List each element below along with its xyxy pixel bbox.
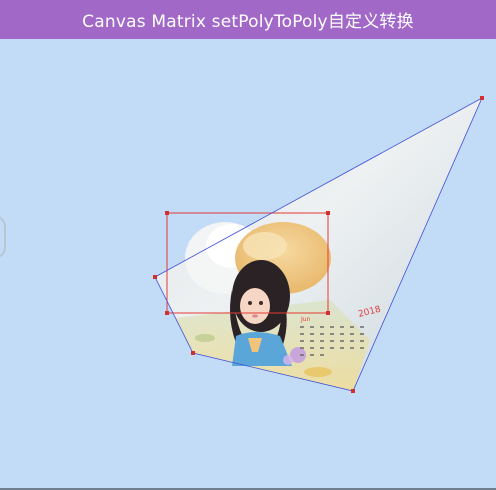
page-title: Canvas Matrix setPolyToPoly自定义转换 — [82, 12, 414, 32]
transform-svg[interactable]: 2018 Jun — [0, 39, 496, 488]
source-point-top-right[interactable] — [326, 211, 330, 215]
app-window: Canvas Matrix setPolyToPoly自定义转换 2018 Ju… — [0, 0, 496, 490]
control-point-bottom-right[interactable] — [351, 389, 355, 393]
control-point-left[interactable] — [153, 275, 157, 279]
drawing-canvas[interactable]: 2018 Jun — [0, 39, 496, 488]
calendar-month: Jun — [300, 316, 311, 323]
source-point-top-left[interactable] — [165, 211, 169, 215]
control-point-top-right[interactable] — [480, 96, 484, 100]
warped-photo — [155, 98, 482, 391]
source-point-bottom-right[interactable] — [326, 311, 330, 315]
source-point-bottom-left[interactable] — [165, 311, 169, 315]
title-bar: Canvas Matrix setPolyToPoly自定义转换 — [0, 0, 496, 39]
control-point-bottom-left[interactable] — [191, 351, 195, 355]
